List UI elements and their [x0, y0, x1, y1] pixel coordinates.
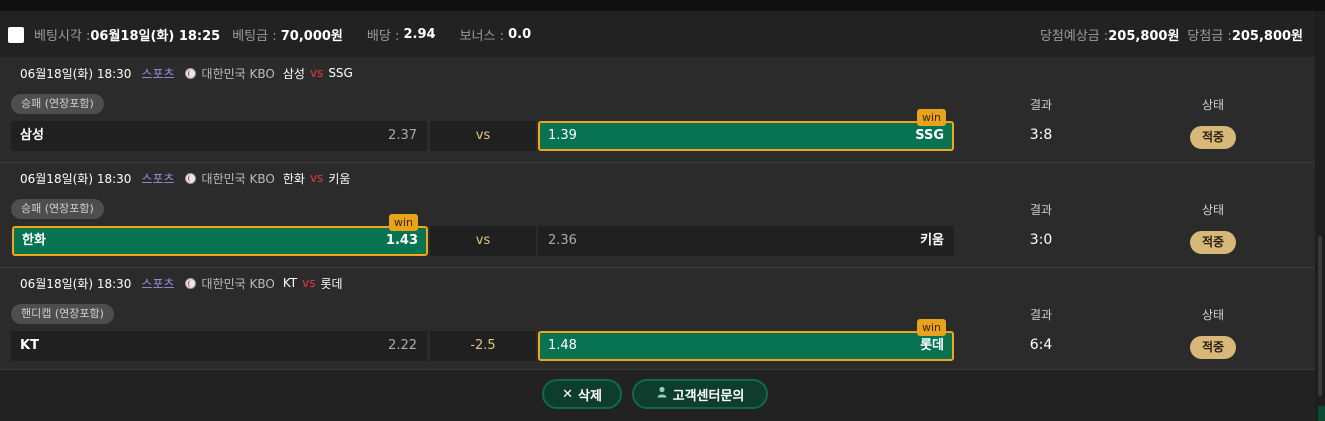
- bet-slip-panel: 베팅시각 : 06월18일(화) 18:25 베팅금 : 70,000원 배당 …: [0, 11, 1315, 421]
- user-icon: [656, 386, 668, 402]
- bonus-label: 보너스 :: [459, 28, 504, 44]
- select-checkbox[interactable]: [8, 27, 24, 43]
- match-datetime: 06월18일(화) 18:30: [20, 66, 132, 81]
- handicap-cell: -2.5: [430, 331, 536, 361]
- away-odds: 1.48: [548, 338, 577, 353]
- match-row: 06월18일(화) 18:30 스포츠 대한민국 KBO 한화 vs 키움 승패…: [0, 162, 1315, 268]
- vs-label: vs: [309, 171, 324, 185]
- bonus-value: 0.0: [508, 26, 532, 42]
- match-datetime: 06월18일(화) 18:30: [20, 276, 132, 291]
- odds-label: 배당 :: [366, 28, 400, 44]
- match-score: 6:4: [1029, 337, 1053, 353]
- customer-support-label: 고객센터문의: [672, 388, 745, 404]
- customer-support-button[interactable]: 고객센터문의: [632, 379, 768, 409]
- vs-label: vs: [309, 66, 324, 80]
- result-header: 결과: [1029, 98, 1053, 112]
- delete-button-label: 삭제: [577, 388, 602, 404]
- status-header: 상태: [1201, 203, 1225, 217]
- away-team: 키움: [920, 233, 944, 248]
- won-amount-label: 당첨금 :: [1187, 28, 1232, 44]
- away-odds-cell-selected[interactable]: win 1.39 SSG: [538, 109, 954, 151]
- league-name: 대한민국 KBO: [201, 276, 275, 291]
- stake-label: 베팅금 :: [232, 28, 277, 44]
- away-team-name: SSG: [328, 66, 353, 80]
- middle-cell: vs: [430, 121, 536, 151]
- away-team-name: 키움: [328, 171, 351, 186]
- expected-payout-value: 205,800원: [1108, 28, 1180, 44]
- market-badge: 승패 (연장포함): [11, 199, 104, 219]
- middle-cell: vs: [430, 226, 536, 256]
- match-title: 06월18일(화) 18:30 스포츠 대한민국 KBO 한화 vs 키움: [20, 168, 350, 188]
- home-team: 한화: [22, 233, 46, 248]
- match-row: 06월18일(화) 18:30 스포츠 대한민국 KBO KT vs 롯데 핸디…: [0, 267, 1315, 370]
- away-odds-cell-selected[interactable]: win 1.48 롯데: [538, 319, 954, 361]
- stake-value: 70,000원: [280, 28, 343, 44]
- result-header: 결과: [1029, 308, 1053, 322]
- close-icon: ✕: [562, 386, 573, 402]
- status-badge: 적중: [1190, 231, 1236, 254]
- match-title: 06월18일(화) 18:30 스포츠 대한민국 KBO KT vs 롯데: [20, 273, 343, 293]
- match-row: 06월18일(화) 18:30 스포츠 대한민국 KBO 삼성 vs SSG 승…: [0, 57, 1315, 163]
- league-name: 대한민국 KBO: [201, 66, 275, 81]
- league-name: 대한민국 KBO: [201, 171, 275, 186]
- delete-button[interactable]: ✕ 삭제: [542, 379, 622, 409]
- home-odds-cell-selected[interactable]: win 한화 1.43: [12, 214, 428, 256]
- expected-payout-label: 당첨예상금 :: [1039, 28, 1109, 44]
- home-odds: 2.22: [388, 338, 417, 353]
- home-team-name: 한화: [282, 171, 305, 186]
- match-score: 3:8: [1029, 127, 1053, 143]
- home-odds-cell[interactable]: 삼성 2.37: [11, 121, 427, 151]
- won-amount-value: 205,800원: [1231, 28, 1303, 44]
- header-payout: 당첨예상금 : 205,800원 당첨금 : 205,800원: [1040, 25, 1303, 44]
- top-strip: [0, 0, 1325, 11]
- home-team: KT: [20, 338, 39, 353]
- match-score: 3:0: [1029, 232, 1053, 248]
- side-indicator: [1318, 406, 1325, 421]
- status-header: 상태: [1201, 98, 1225, 112]
- sport-category: 스포츠: [141, 276, 175, 291]
- status-badge: 적중: [1190, 336, 1236, 359]
- away-odds-cell[interactable]: 2.36 키움: [538, 226, 954, 256]
- home-team-name: KT: [282, 276, 298, 290]
- away-team: SSG: [915, 128, 944, 143]
- sport-category: 스포츠: [141, 66, 175, 81]
- bet-slip-header: 베팅시각 : 06월18일(화) 18:25 베팅금 : 70,000원 배당 …: [0, 11, 1315, 57]
- away-odds: 2.36: [548, 233, 577, 248]
- baseball-icon: [184, 67, 196, 79]
- bet-slip-footer: ✕ 삭제 고객센터문의: [0, 370, 1315, 421]
- sport-category: 스포츠: [141, 171, 175, 186]
- baseball-icon: [184, 277, 196, 289]
- home-team-name: 삼성: [282, 66, 305, 81]
- status-header: 상태: [1201, 308, 1225, 322]
- away-team-name: 롯데: [320, 276, 343, 291]
- bet-time-value: 06월18일(화) 18:25: [90, 28, 221, 44]
- home-team: 삼성: [20, 128, 44, 143]
- match-title: 06월18일(화) 18:30 스포츠 대한민국 KBO 삼성 vs SSG: [20, 63, 353, 83]
- status-badge: 적중: [1190, 126, 1236, 149]
- match-datetime: 06월18일(화) 18:30: [20, 171, 132, 186]
- home-odds-cell[interactable]: KT 2.22: [11, 331, 427, 361]
- baseball-icon: [184, 172, 196, 184]
- result-header: 결과: [1029, 203, 1053, 217]
- bet-time-label: 베팅시각 :: [34, 28, 91, 44]
- odds-value: 2.94: [403, 26, 436, 42]
- away-team: 롯데: [920, 338, 944, 353]
- scrollbar-thumb[interactable]: [1318, 236, 1322, 396]
- home-odds: 2.37: [388, 128, 417, 143]
- away-odds: 1.39: [548, 128, 577, 143]
- market-badge: 핸디캡 (연장포함): [11, 304, 114, 324]
- market-badge: 승패 (연장포함): [11, 94, 104, 114]
- home-odds: 1.43: [385, 233, 418, 248]
- vs-label: vs: [302, 276, 316, 290]
